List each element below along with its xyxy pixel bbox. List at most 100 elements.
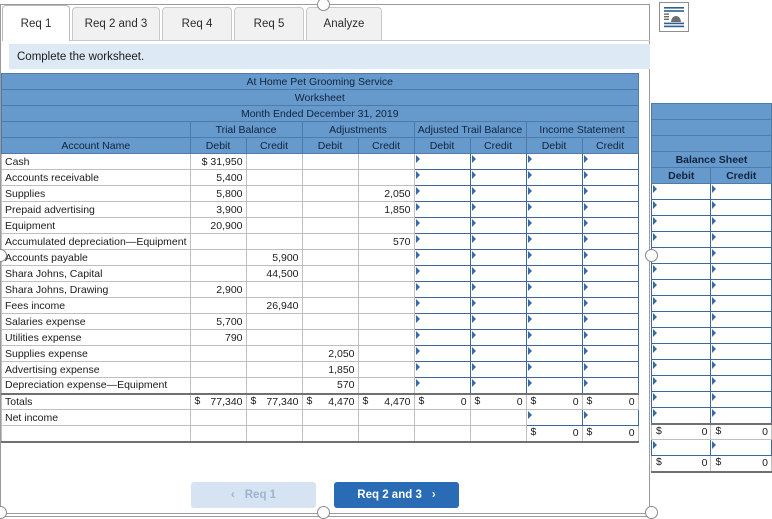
adjusted-trial-balance-credit-input[interactable] — [469, 297, 527, 314]
balance-sheet-debit-input[interactable] — [650, 295, 712, 312]
adjusted-trial-balance-debit-input[interactable] — [413, 201, 471, 218]
resize-handle-bottom[interactable] — [317, 506, 330, 519]
adjusted-trial-balance-debit-input[interactable] — [413, 329, 471, 346]
income-statement-credit-input[interactable] — [581, 169, 639, 186]
balance-sheet-credit-input[interactable] — [710, 199, 772, 216]
balance-sheet-debit-input[interactable] — [650, 375, 712, 392]
income-statement-credit-input[interactable] — [581, 281, 639, 298]
income-statement-debit-input[interactable] — [525, 217, 583, 234]
tab-req-4[interactable]: Req 4 — [162, 7, 232, 40]
adjusted-trial-balance-credit-input[interactable] — [469, 345, 527, 362]
income-statement-debit-input[interactable] — [525, 169, 583, 186]
adjusted-trial-balance-credit-input[interactable] — [469, 361, 527, 378]
income-statement-debit-input[interactable] — [525, 281, 583, 298]
adjusted-trial-balance-credit-input[interactable] — [469, 169, 527, 186]
tab-analyze[interactable]: Analyze — [306, 7, 382, 40]
income-statement-credit-input[interactable] — [581, 377, 639, 394]
income-statement-credit-input[interactable] — [581, 313, 639, 330]
balance-sheet-credit-input[interactable] — [710, 407, 772, 424]
adjusted-trial-balance-credit-input[interactable] — [469, 249, 527, 266]
adjusted-trial-balance-credit-input[interactable] — [469, 217, 527, 234]
income-statement-debit-input[interactable] — [525, 201, 583, 218]
balance-sheet-debit-input[interactable] — [650, 391, 712, 408]
income-statement-debit-input[interactable] — [525, 297, 583, 314]
balance-sheet-credit-input[interactable] — [710, 183, 772, 200]
adjusted-trial-balance-credit-input[interactable] — [469, 377, 527, 394]
income-statement-credit-input[interactable] — [581, 345, 639, 362]
income-statement-credit-input[interactable] — [581, 329, 639, 346]
net-income-income-statement-credit-input[interactable] — [581, 409, 639, 426]
balance-sheet-debit-input[interactable] — [650, 407, 712, 424]
balance-sheet-credit-input[interactable] — [710, 263, 772, 280]
balance-sheet-credit-input[interactable] — [710, 375, 772, 392]
adjusted-trial-balance-credit-input[interactable] — [469, 265, 527, 282]
adjusted-trial-balance-credit-input[interactable] — [469, 281, 527, 298]
adjusted-trial-balance-debit-input[interactable] — [413, 345, 471, 362]
adjusted-trial-balance-debit-input[interactable] — [413, 377, 471, 394]
adjusted-trial-balance-credit-input[interactable] — [469, 329, 527, 346]
adjusted-trial-balance-debit-input[interactable] — [413, 297, 471, 314]
balance-sheet-debit-input[interactable] — [650, 231, 712, 248]
balance-sheet-credit-input[interactable] — [710, 247, 772, 264]
income-statement-debit-input[interactable] — [525, 249, 583, 266]
income-statement-debit-input[interactable] — [525, 361, 583, 378]
income-statement-credit-input[interactable] — [581, 201, 639, 218]
adjusted-trial-balance-debit-input[interactable] — [413, 249, 471, 266]
adjusted-trial-balance-credit-input[interactable] — [469, 185, 527, 202]
adjusted-trial-balance-debit-input[interactable] — [413, 313, 471, 330]
income-statement-debit-input[interactable] — [525, 185, 583, 202]
balance-sheet-debit-input[interactable] — [650, 311, 712, 328]
balance-sheet-debit-input[interactable] — [650, 215, 712, 232]
worksheet-print-icon[interactable] — [659, 2, 689, 32]
balance-sheet-credit-input[interactable] — [710, 343, 772, 360]
income-statement-debit-input[interactable] — [525, 313, 583, 330]
adjusted-trial-balance-debit-input[interactable] — [413, 153, 471, 170]
balance-sheet-net-income-credit-input[interactable] — [710, 439, 772, 456]
adjusted-trial-balance-debit-input[interactable] — [413, 281, 471, 298]
income-statement-debit-input[interactable] — [525, 345, 583, 362]
tab-req-2-and-3[interactable]: Req 2 and 3 — [72, 7, 160, 40]
tab-req-1[interactable]: Req 1 — [2, 5, 70, 41]
adjusted-trial-balance-credit-input[interactable] — [469, 153, 527, 170]
adjusted-trial-balance-debit-input[interactable] — [413, 233, 471, 250]
income-statement-debit-input[interactable] — [525, 233, 583, 250]
balance-sheet-debit-input[interactable] — [650, 279, 712, 296]
resize-handle-right[interactable] — [645, 249, 658, 262]
income-statement-debit-input[interactable] — [525, 153, 583, 170]
adjusted-trial-balance-credit-input[interactable] — [469, 313, 527, 330]
adjusted-trial-balance-credit-input[interactable] — [469, 233, 527, 250]
income-statement-credit-input[interactable] — [581, 249, 639, 266]
income-statement-credit-input[interactable] — [581, 297, 639, 314]
income-statement-credit-input[interactable] — [581, 153, 639, 170]
income-statement-debit-input[interactable] — [525, 377, 583, 394]
balance-sheet-credit-input[interactable] — [710, 215, 772, 232]
adjusted-trial-balance-credit-input[interactable] — [469, 201, 527, 218]
balance-sheet-credit-input[interactable] — [710, 391, 772, 408]
resize-handle-bottom-right[interactable] — [645, 506, 658, 519]
adjusted-trial-balance-debit-input[interactable] — [413, 217, 471, 234]
adjusted-trial-balance-debit-input[interactable] — [413, 361, 471, 378]
income-statement-debit-input[interactable] — [525, 265, 583, 282]
balance-sheet-debit-input[interactable] — [650, 247, 712, 264]
net-income-income-statement-debit-input[interactable] — [525, 409, 583, 426]
balance-sheet-debit-input[interactable] — [650, 359, 712, 376]
next-req-button[interactable]: Req 2 and 3 › — [334, 482, 459, 508]
income-statement-credit-input[interactable] — [581, 361, 639, 378]
income-statement-credit-input[interactable] — [581, 217, 639, 234]
balance-sheet-debit-input[interactable] — [650, 183, 712, 200]
balance-sheet-credit-input[interactable] — [710, 311, 772, 328]
adjusted-trial-balance-debit-input[interactable] — [413, 185, 471, 202]
balance-sheet-credit-input[interactable] — [710, 279, 772, 296]
balance-sheet-credit-input[interactable] — [710, 359, 772, 376]
income-statement-credit-input[interactable] — [581, 265, 639, 282]
balance-sheet-credit-input[interactable] — [710, 327, 772, 344]
adjusted-trial-balance-debit-input[interactable] — [413, 265, 471, 282]
balance-sheet-credit-input[interactable] — [710, 231, 772, 248]
income-statement-credit-input[interactable] — [581, 185, 639, 202]
balance-sheet-debit-input[interactable] — [650, 327, 712, 344]
balance-sheet-debit-input[interactable] — [650, 263, 712, 280]
balance-sheet-net-income-debit-input[interactable] — [650, 439, 712, 456]
income-statement-credit-input[interactable] — [581, 233, 639, 250]
adjusted-trial-balance-debit-input[interactable] — [413, 169, 471, 186]
balance-sheet-debit-input[interactable] — [650, 343, 712, 360]
